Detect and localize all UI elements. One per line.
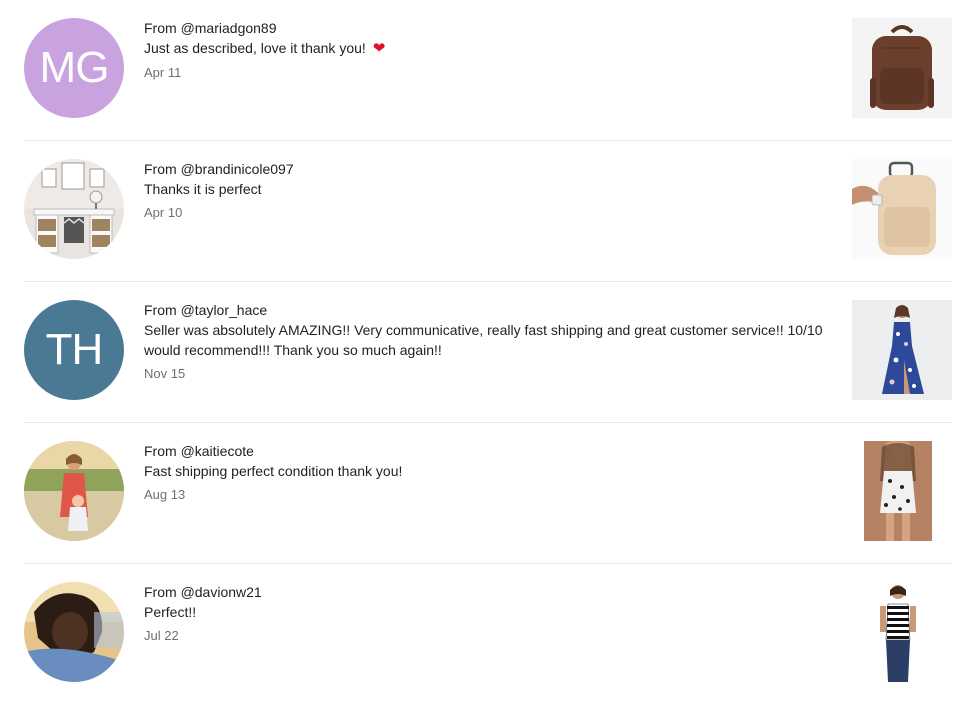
review-from: From @brandinicole097 [144,160,824,178]
from-prefix: From [144,161,181,177]
avatar-photo [24,582,124,682]
avatar-initials: TH [45,325,104,374]
product-thumbnail[interactable] [864,582,932,682]
review-date: Jul 22 [144,628,179,643]
from-prefix: From [144,302,181,318]
product-thumbnail[interactable] [864,441,932,541]
review-from: From @davionw21 [144,583,824,601]
review-item: From @kaitiecote Fast shipping perfect c… [24,423,952,564]
review-date: Apr 10 [144,205,183,220]
review-item: MG From @mariadgon89 Just as described, … [24,0,952,141]
review-from: From @kaitiecote [144,442,824,460]
reviewer-handle-link[interactable]: @brandinicole097 [181,161,294,177]
review-date: Nov 15 [144,366,186,381]
review-item: From @brandinicole097 Thanks it is perfe… [24,141,952,282]
review-content: From @taylor_hace Seller was absolutely … [144,301,824,382]
review-from: From @taylor_hace [144,301,824,319]
review-message: Just as described, love it thank you! ❤ [144,38,824,59]
heart-icon: ❤ [372,40,386,57]
review-content: From @brandinicole097 Thanks it is perfe… [144,160,824,221]
brown-backpack-image [852,18,952,118]
avatar-photo [24,159,124,259]
review-item: TH From @taylor_hace Seller was absolute… [24,282,952,423]
avatar[interactable]: TH [24,300,124,400]
product-thumbnail[interactable] [852,300,952,400]
print-romper-image [864,441,932,541]
reviewer-handle-link[interactable]: @kaitiecote [181,443,254,459]
from-prefix: From [144,443,181,459]
avatar[interactable] [24,441,124,541]
review-list: MG From @mariadgon89 Just as described, … [0,0,970,690]
review-content: From @kaitiecote Fast shipping perfect c… [144,442,824,503]
review-content: From @davionw21 Perfect!! Jul 22 [144,583,824,644]
avatar[interactable]: MG [24,18,124,118]
beige-backpack-image [852,159,952,259]
reviewer-handle-link[interactable]: @mariadgon89 [181,20,277,36]
review-message: Perfect!! [144,604,197,620]
striped-top-image [864,582,932,682]
review-message: Thanks it is perfect [144,181,262,197]
avatar-photo [24,441,124,541]
reviewer-handle-link[interactable]: @davionw21 [181,584,262,600]
product-thumbnail[interactable] [852,18,952,118]
from-prefix: From [144,20,181,36]
review-message: Seller was absolutely AMAZING!! Very com… [144,322,823,358]
avatar[interactable] [24,159,124,259]
review-from: From @mariadgon89 [144,19,824,37]
blue-floral-dress-image [852,300,952,400]
review-date: Aug 13 [144,487,186,502]
avatar-initials: MG [39,43,110,92]
review-message-text: Just as described, love it thank you! [144,40,366,56]
review-item: From @davionw21 Perfect!! Jul 22 [24,564,952,705]
from-prefix: From [144,584,181,600]
avatar[interactable] [24,582,124,682]
product-thumbnail[interactable] [852,159,952,259]
review-date: Apr 11 [144,65,182,80]
reviewer-handle-link[interactable]: @taylor_hace [181,302,268,318]
review-content: From @mariadgon89 Just as described, lov… [144,19,824,81]
review-message: Fast shipping perfect condition thank yo… [144,463,403,479]
